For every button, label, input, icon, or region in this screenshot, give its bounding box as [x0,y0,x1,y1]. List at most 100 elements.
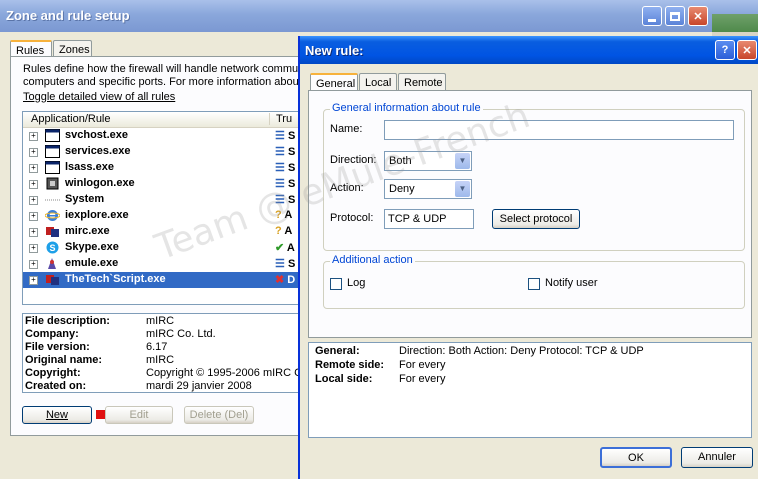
app-name: System [65,193,105,205]
expand-icon[interactable]: + [29,228,38,237]
app-name: lsass.exe [65,161,114,173]
general-info-group: General information about rule Name: Dir… [323,102,745,251]
trust-level: ☰ S [275,178,296,190]
tab-remote[interactable]: Remote [398,73,446,91]
list-item[interactable]: + iexplore.exe ? A [23,208,302,224]
ie-icon [45,210,60,221]
trust-level: ☰ S [275,162,296,174]
trust-level: ✔ A [275,242,295,254]
rules-panel: Rules define how the firewall will handl… [10,56,303,436]
minimize-button[interactable] [642,6,662,26]
expand-icon[interactable]: + [29,276,38,285]
tab-local[interactable]: Local [359,73,397,91]
mirc-icon [46,227,59,237]
protocol-field[interactable]: TCP & UDP [384,209,474,229]
summary-row: General: Direction: Both Action: Deny Pr… [315,345,644,357]
dialog-titlebar[interactable]: New rule: ? ✕ [300,36,758,64]
expand-icon[interactable]: + [29,196,38,205]
edit-indicator-icon [96,410,105,419]
log-label[interactable]: Log [347,277,365,289]
additional-action-group: Additional action Log Notify user [323,254,745,309]
svg-text:S: S [50,243,56,253]
trust-level: ☰ S [275,146,296,158]
expand-icon[interactable]: + [29,164,38,173]
help-button[interactable]: ? [715,40,735,60]
expand-icon[interactable]: + [29,212,38,221]
list-item[interactable]: + winlogon.exe ☰ S [23,176,302,192]
direction-select[interactable]: Both ▼ [384,151,472,171]
general-info-title: General information about rule [330,102,483,114]
app-name: Skype.exe [65,241,119,253]
rules-list[interactable]: Application/Rule Tru + svchost.exe ☰ S +… [22,111,303,305]
name-label: Name: [330,123,363,135]
expand-icon[interactable]: + [29,244,38,253]
list-item-selected[interactable]: + TheTech`Script.exe ✖ D [23,272,302,288]
file-info-box: File description: mIRC Company: mIRC Co.… [22,313,303,393]
maximize-icon [670,11,680,21]
ok-button[interactable]: OK [600,447,672,468]
select-protocol-button[interactable]: Select protocol [492,209,580,229]
edit-button[interactable]: Edit [105,406,173,424]
expand-icon[interactable]: + [29,132,38,141]
dots-icon [45,199,60,201]
emule-icon [48,258,56,269]
list-item[interactable]: + svchost.exe ☰ S [23,128,302,144]
dialog-close-button[interactable]: ✕ [737,40,757,60]
rules-intro: Rules define how the firewall will handl… [23,63,303,88]
maximize-button[interactable] [665,6,685,26]
dialog-title: New rule: [305,43,364,58]
skype-icon: S [46,241,59,254]
help-icon: ? [721,44,729,56]
app-name: services.exe [65,145,131,157]
name-input[interactable] [384,120,734,140]
close-button[interactable]: ✕ [688,6,708,26]
app-name: winlogon.exe [65,177,135,189]
trust-level: ✖ D [275,274,296,286]
delete-button[interactable]: Delete (Del) [184,406,254,424]
trust-level: ☰ S [275,258,296,270]
trust-level: ? A [275,225,293,237]
list-item[interactable]: + S Skype.exe ✔ A [23,240,302,256]
column-header-application[interactable]: Application/Rule [31,113,111,125]
action-select[interactable]: Deny ▼ [384,179,472,199]
app-name: TheTech`Script.exe [65,273,166,285]
list-item[interactable]: + services.exe ☰ S [23,144,302,160]
list-item[interactable]: + mirc.exe ? A [23,224,302,240]
log-checkbox[interactable] [330,278,342,290]
list-item[interactable]: + lsass.exe ☰ S [23,160,302,176]
close-icon: ✕ [693,10,703,23]
main-titlebar[interactable]: Zone and rule setup ✕ [0,0,758,32]
minimize-icon [648,18,656,22]
column-header-trust[interactable]: Tru [269,113,292,125]
app-name: iexplore.exe [65,209,129,221]
toggle-detailed-view-link[interactable]: Toggle detailed view of all rules [23,91,175,103]
expand-icon[interactable]: + [29,180,38,189]
expand-icon[interactable]: + [29,260,38,269]
app-name: emule.exe [65,257,119,269]
script-icon [46,275,59,285]
chevron-down-icon: ▼ [455,153,470,169]
lock-icon [46,177,59,190]
list-item[interactable]: + emule.exe ☰ S [23,256,302,272]
new-rule-dialog: New rule: ? ✕ General Local Remote Gener… [298,36,758,479]
window-icon [45,145,60,158]
close-icon: ✕ [742,44,752,57]
new-button[interactable]: New [22,406,92,424]
summary-row: Local side: For every [315,373,446,385]
list-item[interactable]: + System ☰ S [23,192,302,208]
info-row: File version: 6.17 [25,341,168,353]
window-icon [45,161,60,174]
window-icon [45,129,60,142]
notify-user-label[interactable]: Notify user [545,277,598,289]
cancel-button[interactable]: Annuler [681,447,753,468]
additional-action-title: Additional action [330,254,415,266]
notify-user-checkbox[interactable] [528,278,540,290]
info-row: Copyright: Copyright © 1995-2006 mIRC C [25,367,303,379]
protocol-label: Protocol: [330,212,374,224]
trust-level: ☰ S [275,194,296,206]
list-header: Application/Rule Tru [23,112,302,128]
action-label: Action: [330,182,364,194]
trust-level: ☰ S [275,130,296,142]
expand-icon[interactable]: + [29,148,38,157]
app-name: mirc.exe [65,225,110,237]
